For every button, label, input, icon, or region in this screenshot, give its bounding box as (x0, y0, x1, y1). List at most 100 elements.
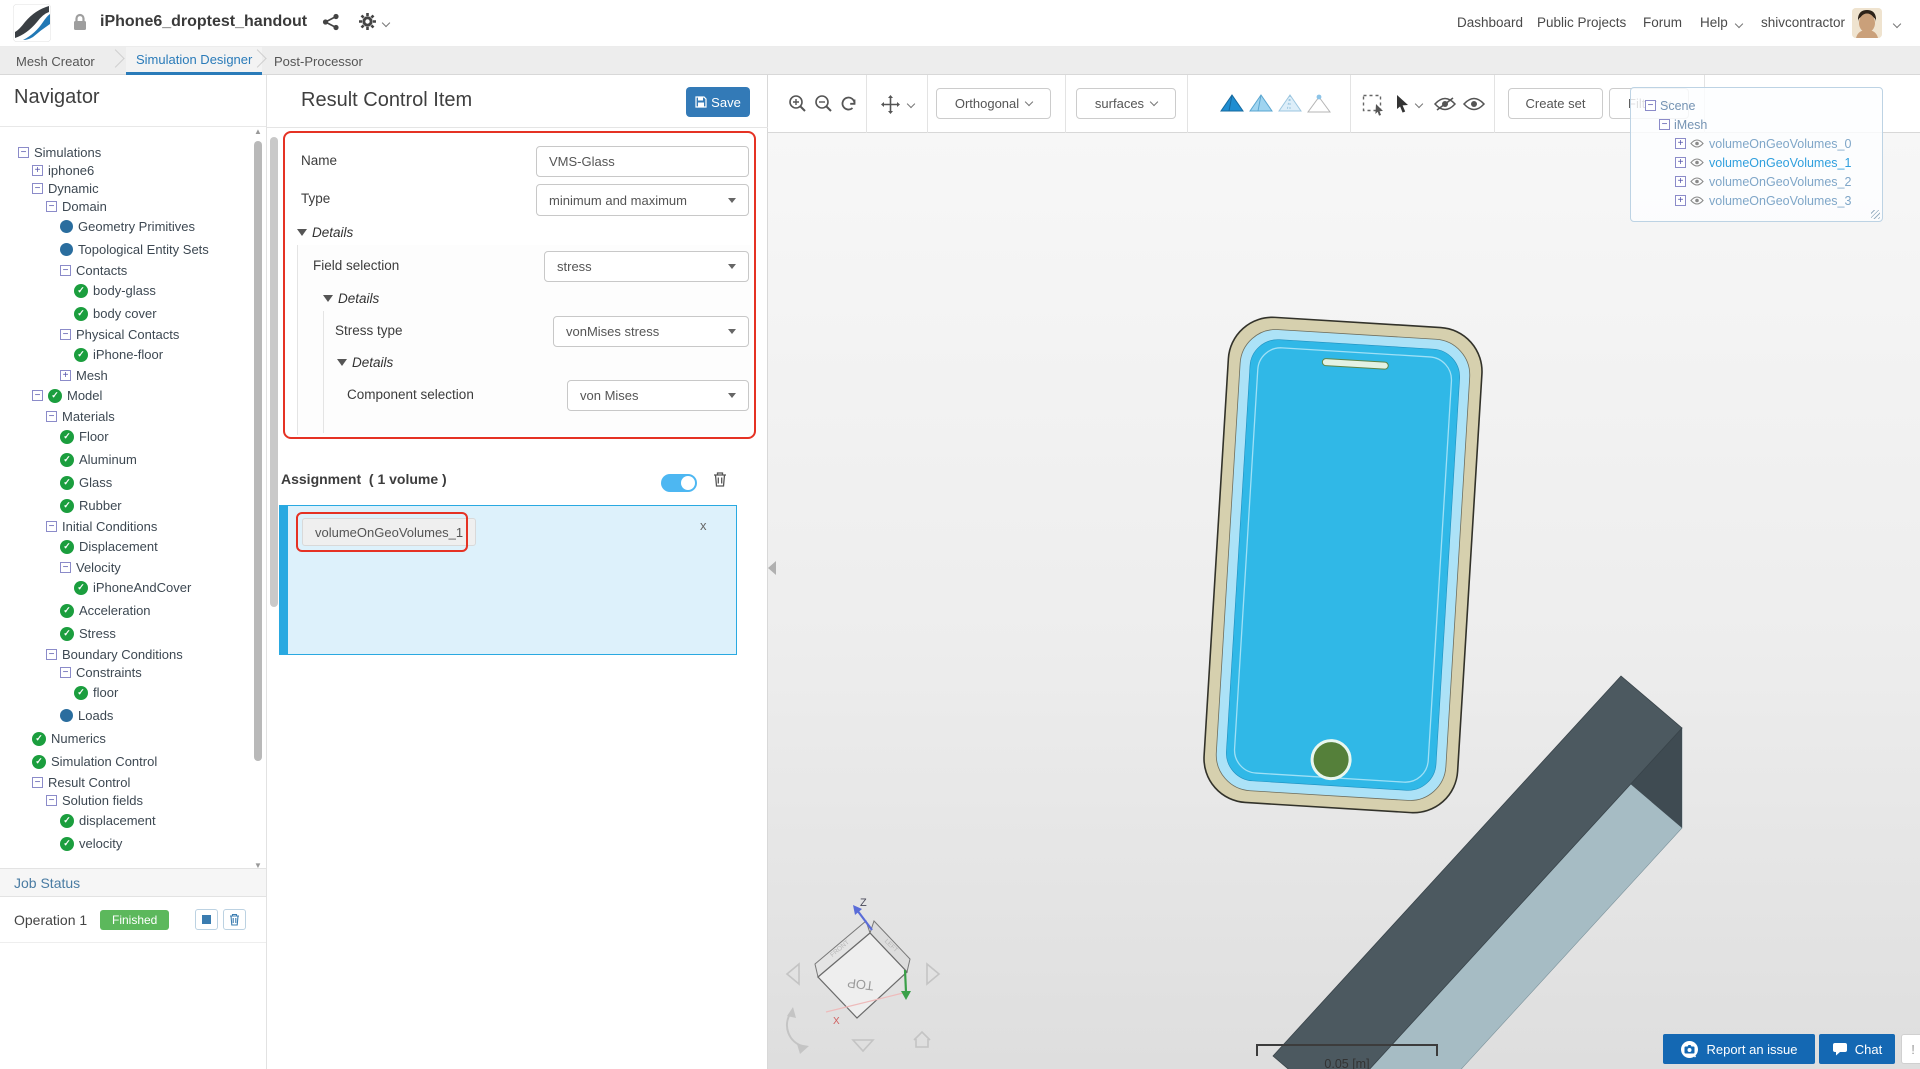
create-set-button[interactable]: Create set (1508, 88, 1603, 119)
tree-item[interactable]: iPhoneAndCover (8, 576, 252, 599)
tree-expander-icon[interactable] (32, 776, 43, 788)
pan-dropdown-chevron[interactable] (906, 99, 916, 109)
home-view-icon[interactable] (913, 1030, 931, 1048)
nav-dashboard[interactable]: Dashboard (1457, 15, 1523, 30)
tree-item[interactable]: displacement (8, 809, 252, 832)
cursor-dropdown-chevron[interactable] (1414, 99, 1424, 109)
scene-volume-item[interactable]: volumeOnGeoVolumes_3 (1643, 191, 1882, 210)
nav-forum[interactable]: Forum (1643, 15, 1682, 30)
tree-expander-icon[interactable] (60, 369, 71, 381)
tree-item[interactable]: body cover (8, 302, 252, 325)
tree-item[interactable]: iphone6 (8, 161, 252, 179)
settings-scrollbar[interactable] (270, 127, 278, 827)
tree-item[interactable]: velocity (8, 832, 252, 855)
details-toggle[interactable]: Details (323, 291, 379, 306)
tetrahedron-points-icon[interactable] (1307, 94, 1331, 120)
tree-expander-icon[interactable] (46, 410, 57, 422)
tree-item[interactable]: Loads (8, 704, 252, 727)
scrollbar-thumb[interactable] (270, 137, 278, 607)
tree-item[interactable]: Simulation Control (8, 750, 252, 773)
tree-expander-icon[interactable] (32, 182, 43, 194)
report-issue-button[interactable]: Report an issue (1663, 1034, 1815, 1064)
user-dropdown-chevron[interactable] (1892, 19, 1902, 29)
scrollbar-thumb[interactable] (254, 141, 262, 761)
tree-expander-icon[interactable] (60, 666, 71, 678)
scene-tree-mesh[interactable]: iMesh (1643, 115, 1882, 134)
assignment-toggle[interactable] (661, 474, 697, 492)
tab-mesh-creator[interactable]: Mesh Creator (6, 47, 105, 75)
tree-expander-icon[interactable] (1675, 176, 1686, 187)
tree-expander-icon[interactable] (1645, 100, 1656, 111)
tree-expander-icon[interactable] (46, 520, 57, 532)
rotate-right-arrow-icon[interactable] (926, 962, 941, 986)
tab-simulation-designer[interactable]: Simulation Designer (126, 47, 263, 75)
tree-item[interactable]: Aluminum (8, 448, 252, 471)
tree-item[interactable]: Contacts (8, 261, 252, 279)
tree-item[interactable]: Numerics (8, 727, 252, 750)
tree-item[interactable]: floor (8, 681, 252, 704)
projection-mode-button[interactable]: Orthogonal (936, 88, 1051, 119)
scene-volume-item[interactable]: volumeOnGeoVolumes_1 (1643, 153, 1882, 172)
notification-box[interactable]: ! (1901, 1034, 1920, 1064)
tree-item[interactable]: Physical Contacts (8, 325, 252, 343)
gear-icon[interactable] (358, 12, 377, 36)
tetrahedron-wireframe-icon[interactable] (1278, 94, 1302, 120)
tree-item[interactable]: Geometry Primitives (8, 215, 252, 238)
tree-expander-icon[interactable] (1675, 138, 1686, 149)
scene-volume-item[interactable]: volumeOnGeoVolumes_0 (1643, 134, 1882, 153)
tab-post-processor[interactable]: Post-Processor (264, 47, 373, 75)
pan-move-icon[interactable] (880, 94, 901, 120)
tree-expander-icon[interactable] (60, 561, 71, 573)
tree-item[interactable]: Stress (8, 622, 252, 645)
cursor-select-icon[interactable] (1395, 94, 1411, 119)
delete-job-button[interactable] (223, 909, 247, 930)
tree-item[interactable]: Boundary Conditions (8, 645, 252, 663)
rotate-down-arrow-icon[interactable] (851, 1039, 875, 1053)
navigator-scrollbar[interactable]: ▲ ▼ (252, 127, 264, 871)
tree-expander-icon[interactable] (1659, 119, 1670, 130)
tree-expander-icon[interactable] (60, 328, 71, 340)
tree-expander-icon[interactable] (46, 794, 57, 806)
orientation-cube[interactable]: TOP FRONT LEFT Z X (785, 897, 941, 1054)
tree-item[interactable]: Constraints (8, 663, 252, 681)
tree-item[interactable]: Mesh (8, 366, 252, 384)
tree-item[interactable]: Model (8, 384, 252, 407)
tree-expander-icon[interactable] (18, 146, 29, 158)
username-label[interactable]: shivcontractor (1761, 15, 1845, 30)
tree-item[interactable]: Velocity (8, 558, 252, 576)
tree-item[interactable]: Topological Entity Sets (8, 238, 252, 261)
tree-expander-icon[interactable] (60, 264, 71, 276)
tree-item[interactable]: iPhone-floor (8, 343, 252, 366)
phone-model[interactable] (1201, 315, 1484, 816)
tree-item[interactable]: Dynamic (8, 179, 252, 197)
tree-item[interactable]: Initial Conditions (8, 517, 252, 535)
tree-item[interactable]: Floor (8, 425, 252, 448)
tree-item[interactable]: Result Control (8, 773, 252, 791)
show-eye-icon[interactable] (1462, 97, 1486, 116)
visibility-eye-icon[interactable] (1690, 194, 1704, 208)
panel-collapse-handle[interactable] (768, 561, 776, 575)
zoom-out-icon[interactable] (814, 94, 833, 118)
tree-item[interactable]: Acceleration (8, 599, 252, 622)
visibility-eye-icon[interactable] (1690, 156, 1704, 170)
save-button[interactable]: Save (686, 87, 750, 117)
hide-eye-icon[interactable] (1433, 97, 1457, 116)
gear-dropdown-chevron[interactable] (381, 18, 391, 28)
tree-item[interactable]: Domain (8, 197, 252, 215)
assignment-delete-button[interactable] (713, 471, 727, 492)
remove-assignment-button[interactable]: x (700, 518, 707, 533)
nav-help[interactable]: Help (1700, 15, 1728, 30)
type-select[interactable]: minimum and maximum (536, 184, 749, 216)
tree-item[interactable]: Glass (8, 471, 252, 494)
share-icon[interactable] (322, 13, 340, 36)
avatar[interactable] (1852, 8, 1882, 38)
scene-volume-item[interactable]: volumeOnGeoVolumes_2 (1643, 172, 1882, 191)
stress-type-select[interactable]: vonMises stress (553, 316, 749, 347)
render-mode-button[interactable]: surfaces (1076, 88, 1176, 119)
tree-item[interactable]: Materials (8, 407, 252, 425)
tree-expander-icon[interactable] (32, 390, 43, 401)
tree-expander-icon[interactable] (1675, 157, 1686, 168)
scroll-up-icon[interactable]: ▲ (253, 127, 263, 136)
stop-job-button[interactable] (195, 909, 219, 930)
panel-resize-handle[interactable] (1871, 210, 1880, 219)
